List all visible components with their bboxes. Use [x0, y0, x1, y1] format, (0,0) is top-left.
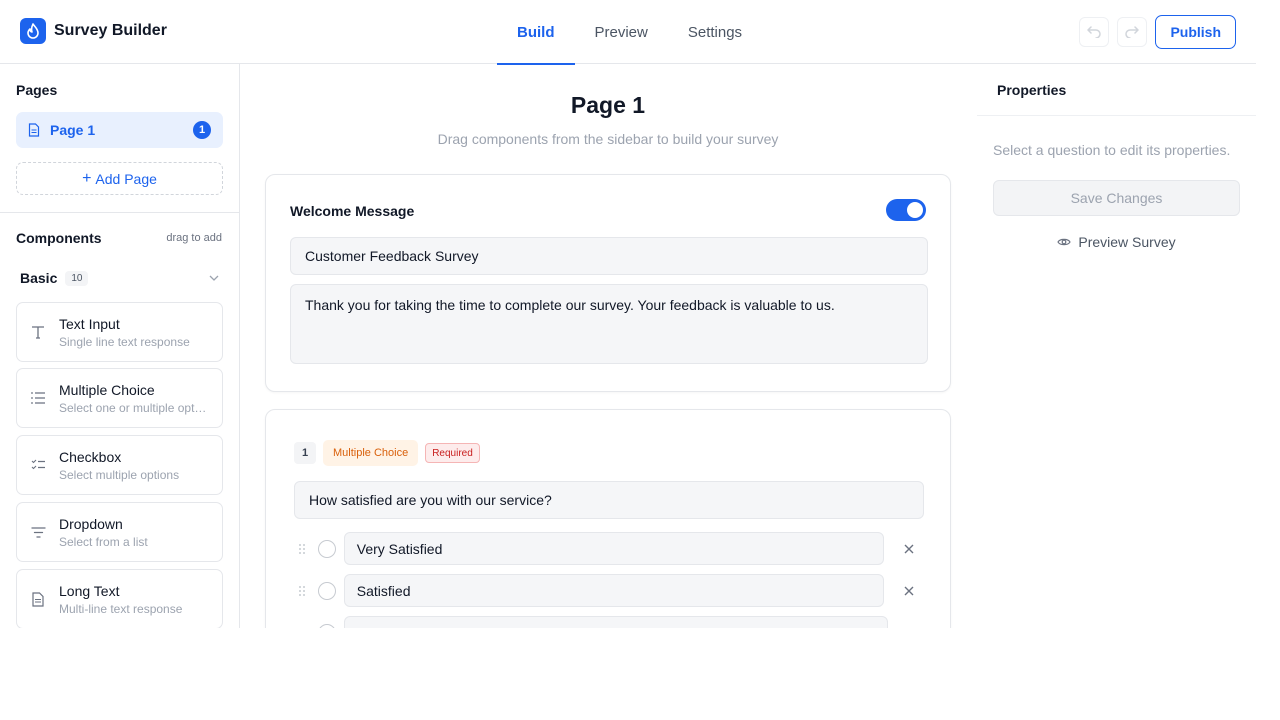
page-title: Page 1 [570, 92, 646, 118]
component-checkbox[interactable]: Checkbox Select multiple options [16, 435, 223, 495]
component-long-text[interactable]: Long Text Multi-line text response [16, 569, 223, 628]
option-input[interactable]: Satisfied [343, 574, 885, 607]
components-heading: Components [16, 230, 102, 246]
component-description: Multi-line text response [59, 601, 183, 616]
properties-panel: Properties Select a question to edit its… [977, 64, 1256, 628]
welcome-heading-input[interactable]: Customer Feedback Survey [290, 237, 928, 275]
welcome-title: Welcome Message [290, 203, 415, 219]
component-name: Long Text [59, 582, 120, 599]
undo-button[interactable] [1079, 17, 1110, 47]
properties-divider [977, 115, 1256, 116]
app-title: Survey Builder [54, 22, 167, 39]
component-name: Multiple Choice [59, 381, 155, 398]
preview-survey-label: Preview Survey [1078, 234, 1176, 250]
preview-survey-button[interactable]: Preview Survey [993, 234, 1240, 250]
add-page-label: Add Page [95, 170, 157, 187]
component-group-basic[interactable]: Basic 10 [20, 270, 223, 286]
option-row: Very Satisfied [294, 532, 924, 565]
required-badge: Required [425, 443, 480, 463]
brand: Survey Builder [20, 18, 167, 44]
page-question-count: 1 [193, 121, 211, 139]
question-meta: 1 Multiple Choice Required [294, 440, 480, 466]
app-window: Survey Builder Build Preview Settings Pu… [0, 0, 1256, 628]
component-name: Text Input [59, 315, 120, 332]
properties-title: Properties [997, 82, 1067, 98]
undo-icon [1087, 26, 1102, 38]
document-icon [17, 591, 59, 607]
component-description: Select from a list [59, 534, 148, 549]
welcome-toggle[interactable] [886, 199, 926, 221]
component-description: Select one or multiple options [59, 400, 207, 415]
page-subtitle: Drag components from the sidebar to buil… [437, 131, 779, 147]
save-changes-button[interactable]: Save Changes [993, 180, 1240, 216]
group-count-badge: 10 [65, 270, 89, 286]
list-icon [17, 392, 59, 404]
sidebar-divider [0, 212, 239, 213]
component-multiple-choice[interactable]: Multiple Choice Select one or multiple o… [16, 368, 223, 428]
tab-preview[interactable]: Preview [575, 0, 668, 64]
option-radio[interactable] [317, 539, 336, 558]
component-description: Select multiple options [59, 467, 180, 482]
component-name: Dropdown [59, 515, 123, 532]
left-sidebar: Pages Page 1 1 + Add Page Components dra… [0, 64, 240, 628]
toggle-knob [907, 202, 923, 218]
tab-settings[interactable]: Settings [668, 0, 762, 64]
group-label: Basic [20, 270, 58, 286]
chevron-down-icon [209, 275, 219, 281]
main-tabs: Build Preview Settings [497, 0, 762, 65]
publish-button[interactable]: Publish [1155, 15, 1236, 49]
add-page-button[interactable]: + Add Page [16, 162, 223, 195]
welcome-message-card: Welcome Message Customer Feedback Survey… [265, 174, 951, 392]
filter-icon [17, 526, 59, 538]
question-text-input[interactable]: How satisfied are you with our service? [294, 481, 924, 519]
option-row [294, 616, 924, 628]
components-hint: drag to add [166, 232, 222, 244]
drag-handle-icon[interactable] [294, 585, 310, 596]
component-name: Checkbox [59, 448, 122, 465]
properties-hint: Select a question to edit its properties… [993, 142, 1231, 158]
component-text-input[interactable]: Text Input Single line text response [16, 302, 223, 362]
top-bar: Survey Builder Build Preview Settings Pu… [0, 0, 1256, 65]
page-icon [28, 123, 40, 137]
option-input[interactable] [344, 616, 888, 628]
welcome-body-textarea[interactable]: Thank you for taking the time to complet… [290, 284, 928, 364]
redo-button[interactable] [1117, 17, 1148, 47]
eye-icon [1057, 238, 1072, 246]
option-input[interactable]: Very Satisfied [343, 532, 885, 565]
close-icon[interactable] [894, 544, 924, 554]
page-label: Page 1 [50, 122, 96, 138]
header-actions: Publish [1079, 15, 1236, 49]
text-icon [17, 325, 59, 339]
component-description: Single line text response [59, 334, 190, 349]
page-list-item[interactable]: Page 1 1 [16, 112, 223, 148]
tab-build[interactable]: Build [497, 0, 575, 65]
app-logo-icon [20, 18, 46, 44]
survey-canvas: Page 1 Drag components from the sidebar … [240, 64, 976, 628]
checklist-icon [17, 459, 59, 471]
option-radio[interactable] [317, 581, 336, 600]
question-number-badge: 1 [294, 442, 316, 464]
drag-handle-icon[interactable] [294, 543, 310, 554]
option-row: Satisfied [294, 574, 924, 607]
close-icon[interactable] [894, 586, 924, 596]
question-card[interactable]: 1 Multiple Choice Required How satisfied… [265, 409, 951, 628]
option-radio[interactable] [318, 623, 336, 628]
pages-heading: Pages [16, 82, 58, 98]
redo-icon [1125, 26, 1140, 38]
question-type-badge: Multiple Choice [323, 440, 419, 466]
component-dropdown[interactable]: Dropdown Select from a list [16, 502, 223, 562]
plus-icon: + [82, 169, 92, 187]
